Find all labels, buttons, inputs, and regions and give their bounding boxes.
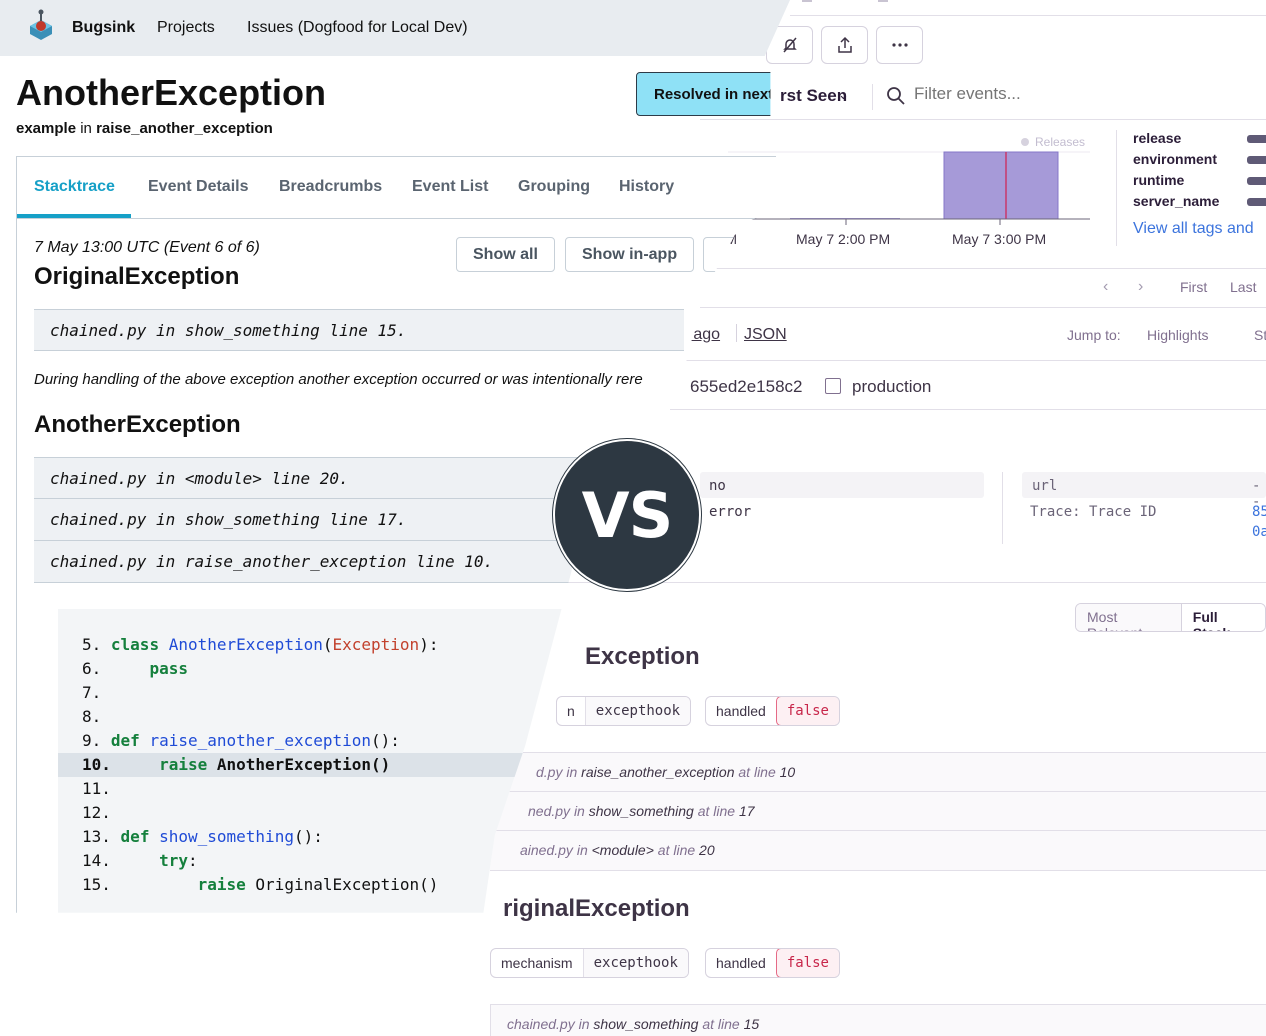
show-in-app-button[interactable]: Show in-app — [565, 237, 695, 272]
resolve-button[interactable]: Resolved in next — [636, 72, 771, 116]
code-line: 8. — [82, 707, 102, 726]
tab-grouping[interactable]: Grouping — [518, 178, 590, 196]
event-footer: Event 6 of 6 which occured at 7 May 13:0… — [17, 961, 777, 1021]
issue-subtitle: example in raise_another_exception — [16, 120, 273, 137]
tab-history[interactable]: History — [619, 178, 674, 196]
code-line: 7. — [82, 683, 102, 702]
tab-event-details[interactable]: Event Details — [148, 178, 248, 196]
tab-event-list[interactable]: Event List — [412, 178, 488, 196]
footer-text: Event 6 of 6 which occured at — [34, 981, 244, 998]
nav-projects[interactable]: Projects — [157, 19, 215, 37]
code-line: 5. class AnotherException(Exception): — [82, 635, 439, 654]
footer-time: 7 May 13:00 UTC — [248, 981, 376, 998]
vs-badge: VS — [553, 439, 701, 591]
issue-tabs: Stacktrace Event Details Breadcrumbs Eve… — [17, 157, 776, 219]
event-timestamp: 7 May 13:00 UTC (Event 6 of 6) — [34, 239, 260, 256]
exception-title-original: OriginalException — [34, 263, 240, 290]
code-line: 15. raise OriginalException() — [82, 875, 439, 894]
exception-title-another: AnotherException — [34, 411, 241, 438]
issue-panel: Stacktrace Event Details Breadcrumbs Eve… — [16, 156, 777, 1021]
nav-issues[interactable]: Issues (Dogfood for Local Dev) — [247, 19, 468, 37]
stack-frame-row[interactable]: chained.py in show_something line 15. — [34, 309, 684, 351]
active-tab-indicator — [17, 214, 131, 218]
show-all-button[interactable]: Show all — [456, 237, 555, 272]
issue-function: raise_another_exception — [96, 120, 273, 137]
code-line: 12. — [82, 803, 111, 822]
code-line: 14. try: — [82, 851, 198, 870]
tab-breadcrumbs[interactable]: Breadcrumbs — [279, 178, 382, 196]
code-line: 13. def show_something(): — [82, 827, 323, 846]
code-line-highlighted: 10. raise AnotherException() — [58, 753, 618, 777]
code-line: 9. def raise_another_exception(): — [82, 731, 400, 750]
issue-title: AnotherException — [16, 72, 327, 113]
issue-module: example — [16, 120, 77, 137]
source-code-context: 5. class AnotherException(Exception): 6.… — [58, 609, 618, 913]
top-navbar: Bugsink Projects Issues (Dogfood for Loc… — [0, 0, 790, 56]
stacktrace-option-button[interactable] — [703, 237, 743, 272]
tab-stacktrace[interactable]: Stacktrace — [34, 178, 115, 196]
brand-name[interactable]: Bugsink — [72, 19, 135, 37]
code-line: 11. — [82, 779, 111, 798]
code-line: 6. pass — [82, 659, 188, 678]
issue-sub-in: in — [80, 120, 92, 137]
comparison-screenshot: rst Seen ⌄ Releases PM May 7 2:00 PM May… — [0, 0, 1266, 1036]
bugsink-logo-icon — [30, 9, 52, 40]
chained-exception-note: During handling of the above exception a… — [34, 371, 643, 388]
